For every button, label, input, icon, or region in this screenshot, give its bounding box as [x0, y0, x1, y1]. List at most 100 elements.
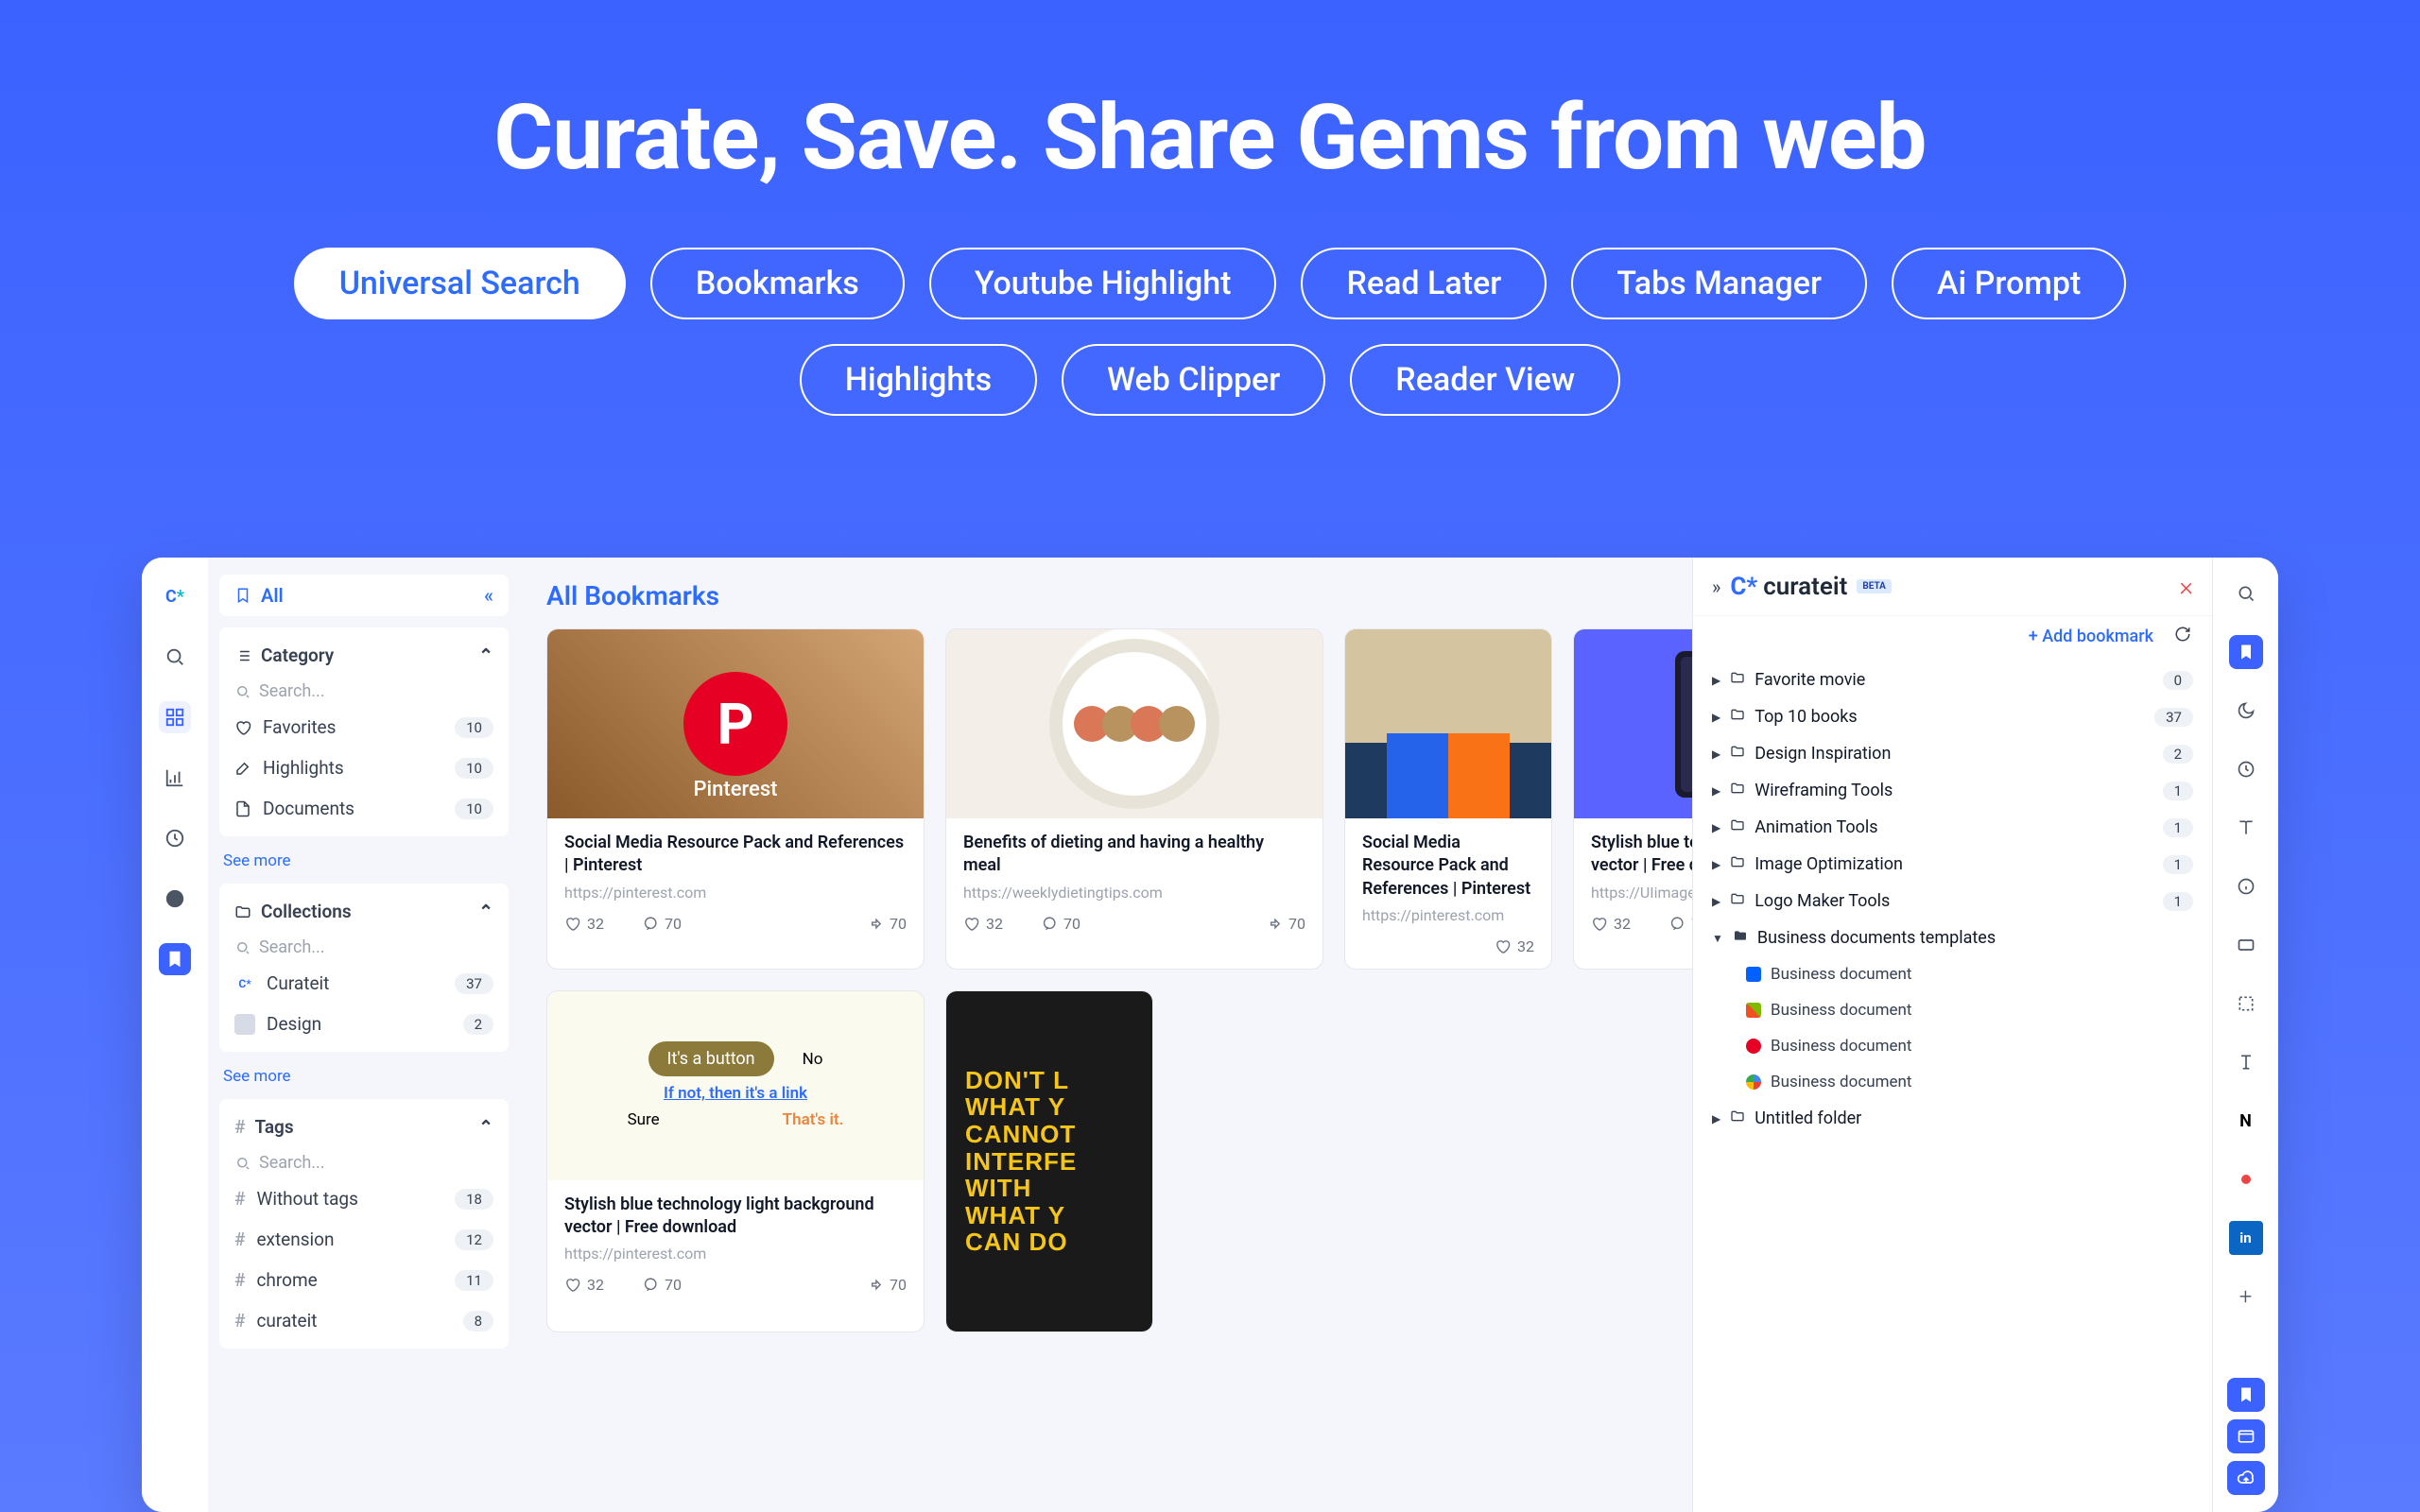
tree-folder-top10books[interactable]: ▶Top 10 books37 — [1703, 698, 2203, 735]
tree-folder-business-docs[interactable]: ▼Business documents templates — [1703, 919, 2203, 956]
add-bookmark-button[interactable]: + Add bookmark — [2029, 627, 2153, 646]
pill-read-later[interactable]: Read Later — [1301, 248, 1547, 319]
sb-coll-curateit[interactable]: C* Curateit 37 — [219, 963, 509, 1004]
sidebar-all[interactable]: All « — [219, 575, 509, 616]
collapse-panel-icon[interactable]: » — [1712, 576, 1720, 598]
bookmark-card[interactable]: DON'T L WHAT Y CANNOT INTERFE WITH WHAT … — [945, 990, 1153, 1332]
sb-tag-chrome[interactable]: #chrome11 — [219, 1260, 509, 1300]
bookmark-card[interactable]: Benefits of dieting and having a healthy… — [945, 628, 1323, 970]
bookmark-action-icon[interactable] — [2227, 1378, 2265, 1412]
tree-child-dropbox[interactable]: Business document — [1737, 956, 2203, 992]
text-icon[interactable] — [2229, 1045, 2263, 1079]
sb-tag-extension[interactable]: #extension12 — [219, 1219, 509, 1260]
stat-value: 70 — [665, 1276, 682, 1294]
like-stat[interactable]: 32 — [963, 915, 1003, 933]
sb-coll-design[interactable]: Design 2 — [219, 1004, 509, 1044]
folder-label: Untitled folder — [1754, 1108, 1861, 1128]
like-stat[interactable]: 32 — [1495, 937, 1534, 955]
tree-folder-animation[interactable]: ▶Animation Tools1 — [1703, 809, 2203, 846]
cloud-upload-icon[interactable] — [2227, 1461, 2265, 1495]
pill-universal-search[interactable]: Universal Search — [294, 248, 626, 319]
comment-stat[interactable]: 70 — [642, 1276, 682, 1294]
sb-item-label: Highlights — [263, 757, 344, 779]
tree-folder-wireframing[interactable]: ▶Wireframing Tools1 — [1703, 772, 2203, 809]
ext-brand: C* curateit BETA — [1730, 573, 1892, 601]
analytics-icon[interactable] — [159, 762, 191, 794]
sb-item-documents[interactable]: Documents 10 — [219, 788, 509, 829]
tree-folder-image-opt[interactable]: ▶Image Optimization1 — [1703, 846, 2203, 883]
close-icon[interactable]: × — [2179, 571, 2193, 602]
bookmark-card[interactable]: It's a buttonNo If not, then it's a link… — [546, 990, 925, 1332]
sb-category-seemore[interactable]: See more — [219, 844, 509, 884]
bookmark-icon — [234, 587, 251, 604]
share-stat[interactable]: 70 — [867, 915, 907, 933]
sb-category-head[interactable]: Category ⌃ — [219, 635, 509, 676]
search-icon[interactable] — [2229, 576, 2263, 610]
comment-stat[interactable]: 70 — [642, 915, 682, 933]
share-stat[interactable]: 70 — [867, 1276, 907, 1294]
bookmark-card[interactable]: Social Media Resource Pack and Reference… — [1344, 628, 1552, 970]
sb-category-search[interactable]: Search... — [219, 676, 509, 707]
count-badge: 8 — [463, 1311, 493, 1332]
tree-folder-favorite-movie[interactable]: ▶Favorite movie0 — [1703, 662, 2203, 698]
pill-ai-prompt[interactable]: Ai Prompt — [1892, 248, 2126, 319]
tree-child-pinterest[interactable]: Business document — [1737, 1028, 2203, 1064]
tree-folder-logo-maker[interactable]: ▶Logo Maker Tools1 — [1703, 883, 2203, 919]
dropbox-icon — [1746, 967, 1761, 982]
sb-tag-withouttags[interactable]: #Without tags18 — [219, 1178, 509, 1219]
caret-right-icon: ▶ — [1712, 858, 1720, 871]
tree-folder-design[interactable]: ▶Design Inspiration2 — [1703, 735, 2203, 772]
pill-highlights[interactable]: Highlights — [800, 344, 1037, 416]
wallet-icon[interactable] — [2229, 928, 2263, 962]
pill-bookmarks[interactable]: Bookmarks — [650, 248, 905, 319]
folder-icon — [1730, 744, 1745, 764]
book-icon[interactable] — [2229, 811, 2263, 845]
card-title: Social Media Resource Pack and Reference… — [1362, 832, 1534, 901]
pill-reader-view[interactable]: Reader View — [1350, 344, 1620, 416]
search-icon[interactable] — [159, 641, 191, 673]
sb-collections-seemore[interactable]: See more — [219, 1059, 509, 1099]
linkedin-icon[interactable]: in — [2229, 1221, 2263, 1255]
info-icon[interactable] — [2229, 869, 2263, 903]
screenshot-icon[interactable] — [2229, 987, 2263, 1021]
bookmark-icon[interactable] — [2229, 635, 2263, 669]
collapse-sidebar-icon[interactable]: « — [484, 584, 493, 607]
stat-value: 32 — [1517, 937, 1534, 955]
profile-icon[interactable] — [159, 883, 191, 915]
count-badge: 1 — [2163, 855, 2193, 874]
caret-right-icon: ▶ — [1712, 895, 1720, 908]
notion-icon[interactable]: N — [2229, 1104, 2263, 1138]
moon-icon[interactable] — [2229, 694, 2263, 728]
sb-tag-curateit[interactable]: #curateit8 — [219, 1300, 509, 1341]
sb-tags-head[interactable]: # Tags ⌃ — [219, 1107, 509, 1147]
hash-icon: # — [234, 1228, 245, 1250]
comment-stat[interactable]: 70 — [1041, 915, 1080, 933]
tree-folder-untitled[interactable]: ▶Untitled folder — [1703, 1100, 2203, 1137]
like-stat[interactable]: 32 — [564, 915, 604, 933]
tree-child-google[interactable]: Business document — [1737, 1064, 2203, 1100]
sb-item-favorites[interactable]: Favorites 10 — [219, 707, 509, 747]
clock-icon[interactable] — [2229, 752, 2263, 786]
bookmark-card[interactable]: P Pinterest Social Media Resource Pack a… — [546, 628, 925, 970]
bookmark-rail-icon[interactable] — [159, 943, 191, 975]
like-stat[interactable]: 32 — [564, 1276, 604, 1294]
sb-tags-search[interactable]: Search... — [219, 1147, 509, 1178]
add-icon[interactable]: + — [2229, 1280, 2263, 1314]
share-stat[interactable]: 70 — [1266, 915, 1305, 933]
grid-view-icon[interactable] — [159, 701, 191, 733]
brand-logo-icon[interactable]: C* — [159, 580, 191, 612]
history-icon[interactable] — [159, 822, 191, 854]
collection-logo-icon — [234, 1014, 255, 1035]
tree-child-ms[interactable]: Business document — [1737, 992, 2203, 1028]
refresh-icon[interactable] — [2174, 626, 2191, 646]
pill-youtube-highlight[interactable]: Youtube Highlight — [929, 248, 1277, 319]
sb-item-highlights[interactable]: Highlights 10 — [219, 747, 509, 788]
pill-tabs-manager[interactable]: Tabs Manager — [1571, 248, 1867, 319]
tabs-action-icon[interactable] — [2227, 1419, 2265, 1453]
record-icon[interactable] — [2229, 1162, 2263, 1196]
sb-collections-head[interactable]: Collections ⌃ — [219, 891, 509, 932]
pill-web-clipper[interactable]: Web Clipper — [1062, 344, 1325, 416]
pinterest-brand-text: Pinterest — [547, 778, 924, 801]
sb-collections-search[interactable]: Search... — [219, 932, 509, 963]
like-stat[interactable]: 32 — [1591, 915, 1631, 933]
